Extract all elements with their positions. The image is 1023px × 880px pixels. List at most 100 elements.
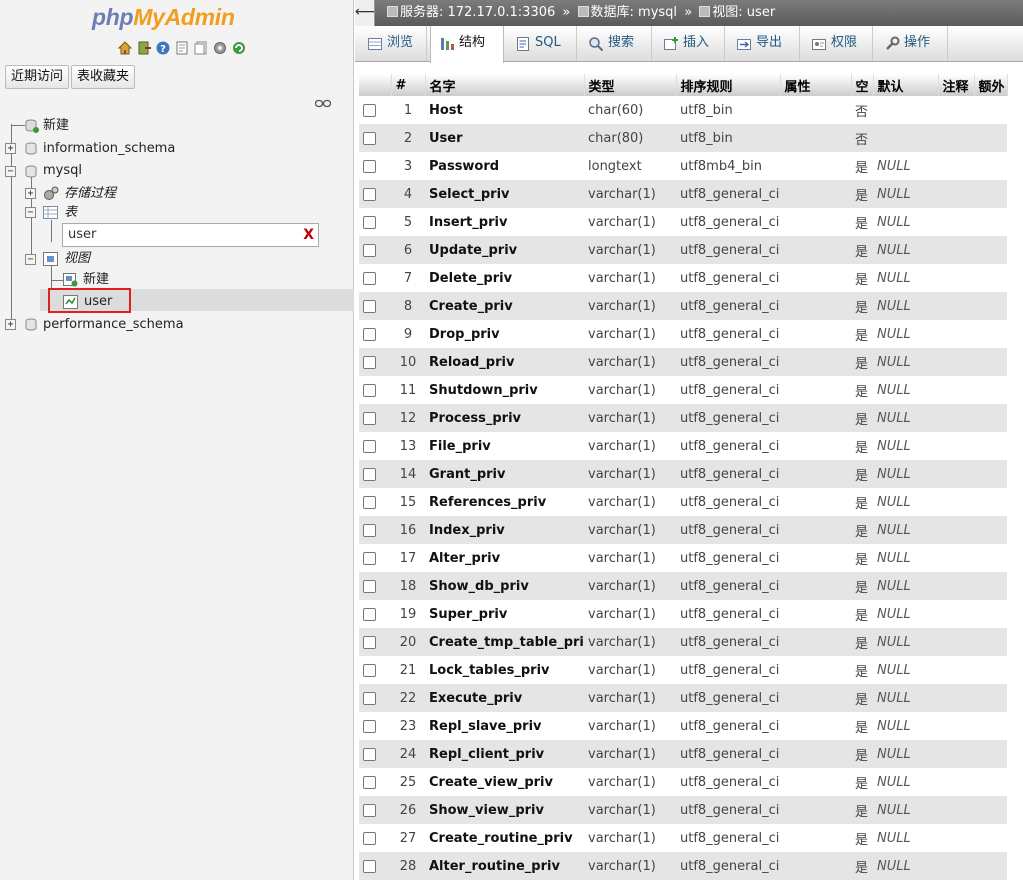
- row-checkbox[interactable]: [363, 131, 376, 145]
- row-checkbox[interactable]: [363, 579, 376, 593]
- help-icon[interactable]: ?: [155, 40, 171, 56]
- row-checkbox[interactable]: [363, 859, 376, 873]
- tree-procedures[interactable]: 存储过程: [64, 184, 116, 204]
- row-checkbox[interactable]: [363, 215, 376, 229]
- table-row[interactable]: 24 Repl_client_priv varchar(1) utf8_general…: [359, 740, 1007, 768]
- table-row[interactable]: 26 Show_view_priv varchar(1) utf8_general_c…: [359, 796, 1007, 824]
- settings-icon[interactable]: [212, 40, 228, 56]
- row-checkbox[interactable]: [363, 383, 376, 397]
- row-checkbox[interactable]: [363, 663, 376, 677]
- expand-icon[interactable]: +: [5, 143, 16, 154]
- table-row[interactable]: 4 Select_priv varchar(1) utf8_general_ci 是 NU…: [359, 180, 1007, 208]
- row-checkbox[interactable]: [363, 327, 376, 341]
- clear-filter-icon[interactable]: X: [303, 224, 314, 246]
- row-checkbox[interactable]: [363, 299, 376, 313]
- row-checkbox[interactable]: [363, 495, 376, 509]
- tab-privileges[interactable]: 权限: [803, 26, 873, 61]
- row-checkbox[interactable]: [363, 719, 376, 733]
- row-checkbox[interactable]: [363, 831, 376, 845]
- table-row[interactable]: 12 Process_priv varchar(1) utf8_general_ci 是…: [359, 404, 1007, 432]
- header-default[interactable]: 默认: [873, 74, 939, 96]
- table-row[interactable]: 9 Drop_priv varchar(1) utf8_general_ci 是 NULL: [359, 320, 1007, 348]
- row-checkbox[interactable]: [363, 803, 376, 817]
- table-row[interactable]: 13 File_priv varchar(1) utf8_general_ci 是 NUL…: [359, 432, 1007, 460]
- row-checkbox[interactable]: [363, 607, 376, 621]
- table-row[interactable]: 20 Create_tmp_table_priv varchar(1) utf8_ge…: [359, 628, 1007, 656]
- row-checkbox[interactable]: [363, 271, 376, 285]
- back-arrow-icon[interactable]: ⟵: [355, 0, 375, 26]
- row-checkbox[interactable]: [363, 103, 376, 117]
- table-row[interactable]: 15 References_priv varchar(1) utf8_general_…: [359, 488, 1007, 516]
- table-row[interactable]: 19 Super_priv varchar(1) utf8_general_ci 是 NU…: [359, 600, 1007, 628]
- tree-new-view[interactable]: 新建: [83, 270, 109, 290]
- row-checkbox[interactable]: [363, 355, 376, 369]
- table-row[interactable]: 21 Lock_tables_priv varchar(1) utf8_general…: [359, 656, 1007, 684]
- table-row[interactable]: 17 Alter_priv varchar(1) utf8_general_ci 是 NU…: [359, 544, 1007, 572]
- collapse-icon[interactable]: −: [25, 207, 36, 218]
- row-checkbox[interactable]: [363, 747, 376, 761]
- row-checkbox[interactable]: [363, 243, 376, 257]
- table-row[interactable]: 1 Host char(60) utf8_bin 否: [359, 96, 1007, 124]
- header-attributes[interactable]: 属性: [780, 74, 852, 96]
- header-comments[interactable]: 注释: [938, 74, 975, 96]
- table-row[interactable]: 3 Password longtext utf8mb4_bin 是 NULL: [359, 152, 1007, 180]
- table-row[interactable]: 8 Create_priv varchar(1) utf8_general_ci 是 NU…: [359, 292, 1007, 320]
- table-row[interactable]: 2 User char(80) utf8_bin 否: [359, 124, 1007, 152]
- row-checkbox[interactable]: [363, 691, 376, 705]
- tab-sql[interactable]: SQL: [507, 26, 577, 61]
- docs-icon[interactable]: [174, 40, 190, 56]
- header-type[interactable]: 类型: [584, 74, 677, 96]
- home-icon[interactable]: [117, 40, 133, 56]
- sql-docs-icon[interactable]: [193, 40, 209, 56]
- recent-tables-button[interactable]: 近期访问: [5, 65, 70, 89]
- tree-new-database[interactable]: 新建: [43, 116, 69, 136]
- header-name[interactable]: 名字: [425, 74, 585, 96]
- row-checkbox[interactable]: [363, 159, 376, 173]
- breadcrumb-database[interactable]: 数据库: mysql: [591, 5, 678, 20]
- row-checkbox[interactable]: [363, 551, 376, 565]
- table-row[interactable]: 28 Alter_routine_priv varchar(1) utf8_gener…: [359, 852, 1007, 880]
- exit-icon[interactable]: [136, 40, 152, 56]
- tab-browse[interactable]: 浏览: [359, 26, 427, 61]
- collapse-icon[interactable]: −: [25, 254, 36, 265]
- table-row[interactable]: 6 Update_priv varchar(1) utf8_general_ci 是 NU…: [359, 236, 1007, 264]
- header-collation[interactable]: 排序规则: [676, 74, 781, 96]
- header-extra[interactable]: 额外: [974, 74, 1008, 96]
- table-row[interactable]: 25 Create_view_priv varchar(1) utf8_general…: [359, 768, 1007, 796]
- row-checkbox[interactable]: [363, 635, 376, 649]
- table-row[interactable]: 16 Index_priv varchar(1) utf8_general_ci 是 NU…: [359, 516, 1007, 544]
- tree-db-performance-schema[interactable]: performance_schema: [43, 315, 184, 335]
- table-row[interactable]: 11 Shutdown_priv varchar(1) utf8_general_ci…: [359, 376, 1007, 404]
- table-row[interactable]: 7 Delete_priv varchar(1) utf8_general_ci 是 NU…: [359, 264, 1007, 292]
- table-row[interactable]: 14 Grant_priv varchar(1) utf8_general_ci 是 NU…: [359, 460, 1007, 488]
- tab-search[interactable]: 搜索: [580, 26, 652, 61]
- row-checkbox[interactable]: [363, 187, 376, 201]
- table-row[interactable]: 23 Repl_slave_priv varchar(1) utf8_general_…: [359, 712, 1007, 740]
- tab-operations[interactable]: 操作: [876, 26, 948, 61]
- row-checkbox[interactable]: [363, 467, 376, 481]
- tree-views[interactable]: 视图: [64, 249, 90, 269]
- expand-icon[interactable]: +: [5, 319, 16, 330]
- tab-structure[interactable]: 结构: [430, 26, 504, 63]
- tree-db-mysql[interactable]: mysql: [43, 161, 82, 181]
- tab-insert[interactable]: 插入: [655, 26, 725, 61]
- table-filter-input[interactable]: user X: [62, 223, 319, 247]
- phpmyadmin-logo[interactable]: phpMyAdmin: [92, 4, 235, 31]
- expand-icon[interactable]: +: [25, 188, 36, 199]
- collapse-icon[interactable]: −: [5, 166, 16, 177]
- table-row[interactable]: 22 Execute_priv varchar(1) utf8_general_ci 是…: [359, 684, 1007, 712]
- row-checkbox[interactable]: [363, 523, 376, 537]
- link-with-main-icon[interactable]: [314, 98, 332, 108]
- tree-tables[interactable]: 表: [64, 203, 77, 223]
- breadcrumb-server[interactable]: 服务器: 172.17.0.1:3306: [400, 5, 555, 20]
- row-checkbox[interactable]: [363, 411, 376, 425]
- tree-db-information-schema[interactable]: information_schema: [43, 139, 175, 159]
- reload-icon[interactable]: [231, 40, 247, 56]
- table-row[interactable]: 27 Create_routine_priv varchar(1) utf8_gene…: [359, 824, 1007, 852]
- favorite-tables-button[interactable]: 表收藏夹: [71, 65, 136, 89]
- table-row[interactable]: 10 Reload_priv varchar(1) utf8_general_ci 是 N…: [359, 348, 1007, 376]
- row-checkbox[interactable]: [363, 775, 376, 789]
- header-null[interactable]: 空: [851, 74, 874, 96]
- tab-export[interactable]: 导出: [728, 26, 800, 61]
- row-checkbox[interactable]: [363, 439, 376, 453]
